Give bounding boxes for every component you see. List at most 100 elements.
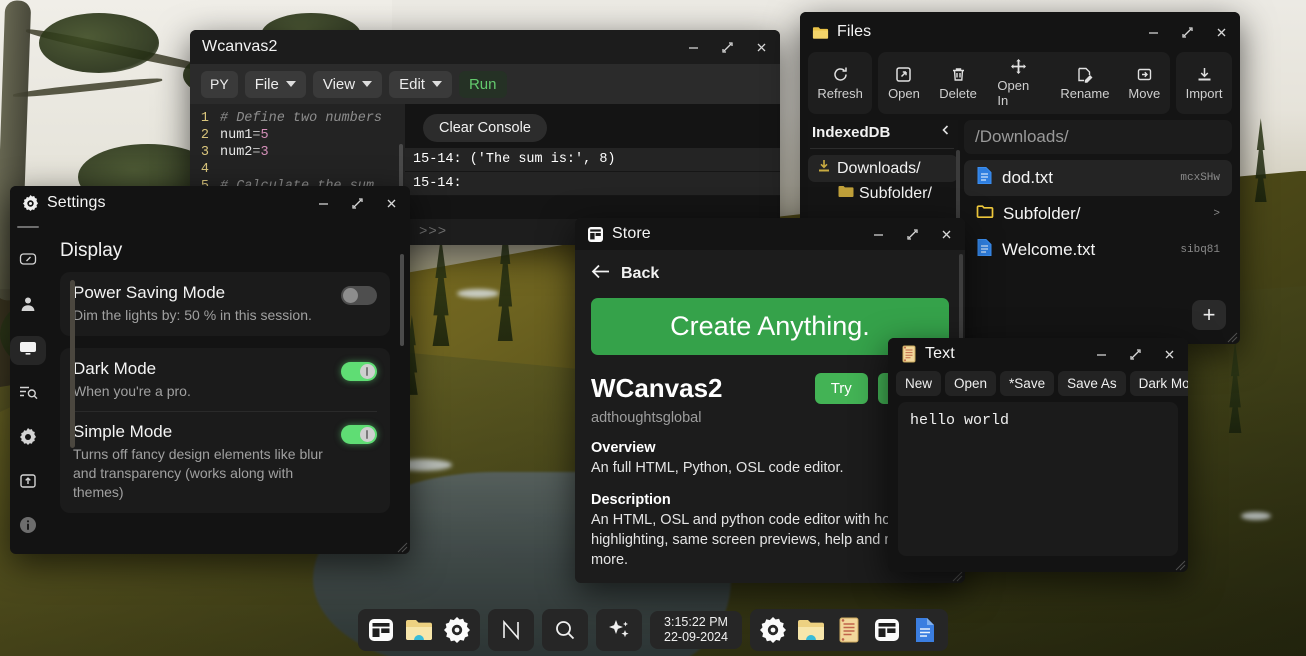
taskbar-n-logo-icon[interactable] xyxy=(494,613,528,647)
list-item[interactable]: Welcome.txt sibq81 xyxy=(964,232,1232,268)
console-prompt-caret: >>> xyxy=(419,224,448,240)
taskbar-running-docs-icon[interactable] xyxy=(908,613,942,647)
code-identifier: num2 xyxy=(220,145,253,160)
taskbar-search-icon[interactable] xyxy=(548,613,582,647)
edit-menu-button[interactable]: Edit xyxy=(389,70,452,98)
close-icon[interactable] xyxy=(1156,342,1182,366)
minimize-icon[interactable] xyxy=(310,191,336,215)
back-button[interactable]: Back xyxy=(591,264,949,284)
folder-icon xyxy=(838,185,854,203)
open-button[interactable]: Open xyxy=(945,371,997,396)
maximize-icon[interactable] xyxy=(344,191,370,215)
minimize-icon[interactable] xyxy=(1088,342,1114,366)
taskbar-group-search xyxy=(542,609,589,651)
sidebar-item-dashboard[interactable] xyxy=(10,248,46,276)
list-item[interactable]: dod.txt mcxSHw xyxy=(964,160,1232,196)
setting-title: Dark Mode xyxy=(73,359,157,378)
taskbar-running-settings-icon[interactable] xyxy=(756,613,790,647)
taskbar-sparkle-icon[interactable] xyxy=(602,613,636,647)
sidebar-item-account[interactable] xyxy=(10,292,46,320)
move-button[interactable]: Move xyxy=(1119,52,1170,114)
open-in-button[interactable]: Open In xyxy=(986,52,1051,114)
resize-grip[interactable] xyxy=(1227,332,1238,343)
new-button[interactable]: New xyxy=(896,371,942,396)
save-as-button[interactable]: Save As xyxy=(1058,371,1126,396)
minimize-icon[interactable] xyxy=(1140,20,1166,44)
close-icon[interactable] xyxy=(1208,20,1234,44)
view-menu-button[interactable]: View xyxy=(312,70,383,98)
refresh-button[interactable]: Refresh xyxy=(808,52,872,114)
rename-button[interactable]: Rename xyxy=(1051,52,1118,114)
minimize-icon[interactable] xyxy=(865,222,891,246)
sidebar-item-settings[interactable] xyxy=(10,425,46,453)
resize-grip[interactable] xyxy=(397,542,408,553)
code-comment: # Define two numbers xyxy=(220,111,383,126)
resize-grip[interactable] xyxy=(1175,560,1186,571)
back-label: Back xyxy=(621,265,660,282)
code-operator: = xyxy=(252,145,261,160)
sidebar-item-search-logs[interactable] xyxy=(10,381,46,409)
text-toolbar: New Open *Save Save As Dark Mode xyxy=(888,370,1188,402)
settings-titlebar[interactable]: Settings xyxy=(10,186,410,220)
language-badge[interactable]: PY xyxy=(201,70,238,98)
taskbar-clock[interactable]: 3:15:22 PM 22-09-2024 xyxy=(650,611,742,649)
window-settings[interactable]: Settings Display Power Saving Mode Dim t… xyxy=(10,186,410,554)
minimize-icon[interactable] xyxy=(680,35,706,59)
settings-scrollbar[interactable] xyxy=(400,254,404,346)
close-icon[interactable] xyxy=(933,222,959,246)
store-scrollbar[interactable] xyxy=(959,254,963,344)
maximize-icon[interactable] xyxy=(714,35,740,59)
try-button[interactable]: Try xyxy=(814,373,868,404)
dark-mode-button[interactable]: Dark Mode xyxy=(1129,371,1188,396)
external-link-icon xyxy=(895,66,912,83)
line-number: 1 xyxy=(200,111,209,126)
file-menu-button[interactable]: File xyxy=(244,70,306,98)
path-breadcrumb[interactable]: /Downloads/ xyxy=(964,120,1232,154)
add-file-button[interactable]: + xyxy=(1192,300,1226,330)
taskbar-running-text-icon[interactable] xyxy=(832,613,866,647)
gear-icon xyxy=(22,194,39,212)
import-button[interactable]: Import xyxy=(1176,52,1232,114)
list-item[interactable]: Subfolder/ > xyxy=(964,198,1232,230)
run-button[interactable]: Run xyxy=(458,70,507,98)
clear-console-button[interactable]: Clear Console xyxy=(423,114,547,142)
text-titlebar[interactable]: Text xyxy=(888,338,1188,370)
simple-mode-toggle[interactable] xyxy=(341,425,377,444)
maximize-icon[interactable] xyxy=(1122,342,1148,366)
tree-item-subfolder[interactable]: Subfolder/ xyxy=(830,182,958,206)
delete-button[interactable]: Delete xyxy=(930,52,987,114)
window-text[interactable]: Text New Open *Save Save As Dark Mode he… xyxy=(888,338,1188,572)
resize-grip[interactable] xyxy=(952,571,963,582)
tree-item-downloads[interactable]: Downloads/ xyxy=(808,155,958,182)
taskbar-files-icon[interactable] xyxy=(402,613,436,647)
close-icon[interactable] xyxy=(378,191,404,215)
text-editor-area[interactable]: hello world xyxy=(898,402,1178,556)
open-button[interactable]: Open xyxy=(878,52,929,114)
taskbar-store-icon[interactable] xyxy=(364,613,398,647)
settings-inner-scrollbar[interactable] xyxy=(70,280,75,448)
move-arrows-icon xyxy=(1010,58,1027,75)
close-icon[interactable] xyxy=(748,35,774,59)
store-titlebar[interactable]: Store xyxy=(575,218,965,250)
maximize-icon[interactable] xyxy=(899,222,925,246)
toolbar-group-refresh: Refresh xyxy=(808,52,873,114)
power-saving-toggle[interactable] xyxy=(341,286,377,305)
save-button[interactable]: *Save xyxy=(1000,371,1055,396)
import-label: Import xyxy=(1185,85,1223,101)
taskbar-running-store-icon[interactable] xyxy=(870,613,904,647)
sidebar-item-info[interactable] xyxy=(10,514,46,542)
chevron-left-icon[interactable] xyxy=(940,123,952,141)
files-toolbar: Refresh Open Delete Open In Rename Move … xyxy=(800,52,1240,120)
dark-mode-toggle[interactable] xyxy=(341,362,377,381)
wcanvas2-titlebar[interactable]: Wcanvas2 xyxy=(190,30,780,64)
chevron-right-icon: > xyxy=(1213,208,1220,220)
taskbar-settings-icon[interactable] xyxy=(440,613,474,647)
sidebar-item-display[interactable] xyxy=(10,336,46,365)
download-folder-icon xyxy=(816,158,832,179)
files-titlebar[interactable]: Files xyxy=(800,12,1240,52)
taskbar: 3:15:22 PM 22-09-2024 xyxy=(0,604,1306,656)
sidebar-item-export[interactable] xyxy=(10,469,46,497)
scroll-document-icon xyxy=(900,345,917,363)
taskbar-running-files-icon[interactable] xyxy=(794,613,828,647)
maximize-icon[interactable] xyxy=(1174,20,1200,44)
